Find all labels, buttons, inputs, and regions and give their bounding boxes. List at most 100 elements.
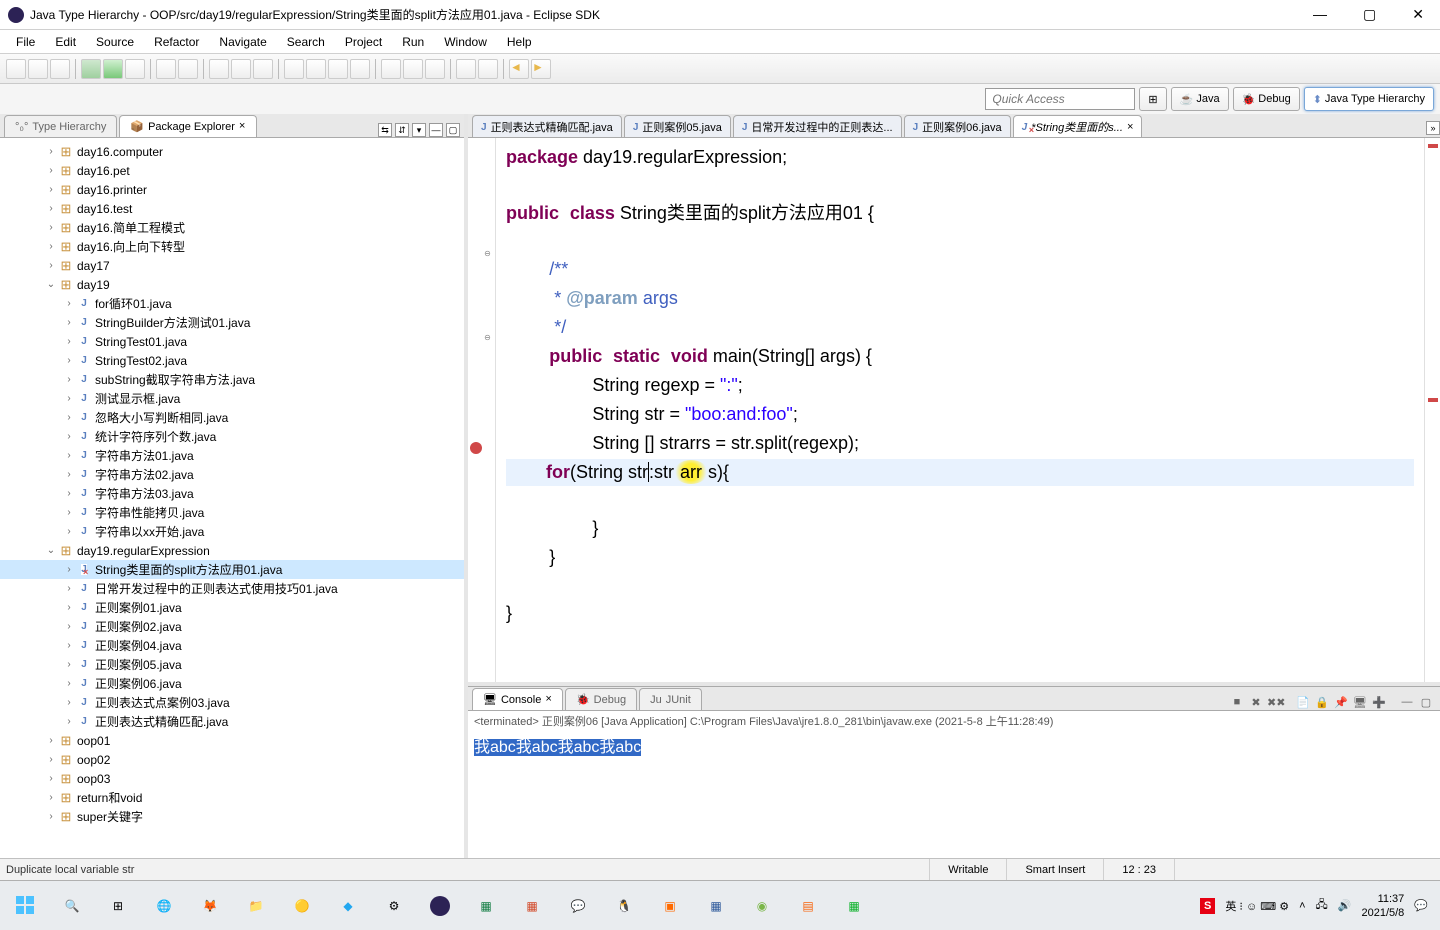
tab-type-hierarchy[interactable]: °₀° Type Hierarchy xyxy=(4,115,117,137)
open-type-button[interactable] xyxy=(209,59,229,79)
java-file-node[interactable]: ›字符串以xx开始.java xyxy=(0,522,464,541)
expand-toggle-icon[interactable]: ⌄ xyxy=(44,279,58,290)
terminate-button[interactable]: ■ xyxy=(1229,694,1245,710)
taskbar-app-icon[interactable]: ◉ xyxy=(740,886,784,926)
expand-toggle-icon[interactable]: › xyxy=(62,697,76,708)
link-editor-button[interactable]: ⇵ xyxy=(395,123,409,137)
debug-button[interactable] xyxy=(81,59,101,79)
minimize-view-button[interactable]: — xyxy=(1399,694,1415,710)
new-package-button[interactable] xyxy=(156,59,176,79)
package-node[interactable]: ›day16.computer xyxy=(0,142,464,161)
java-file-node[interactable]: ›忽略大小写判断相同.java xyxy=(0,408,464,427)
editor-area[interactable]: ⊖ ⊖ package day19.regularExpression; pub… xyxy=(468,138,1440,682)
open-perspective-button[interactable]: ⊞ xyxy=(1139,87,1166,111)
expand-toggle-icon[interactable]: › xyxy=(44,811,58,822)
back-button[interactable]: ◄ xyxy=(509,59,529,79)
clear-console-button[interactable]: 📄 xyxy=(1295,694,1311,710)
view-menu-button[interactable]: ▾ xyxy=(412,123,426,137)
system-clock[interactable]: 11:37 2021/5/8 xyxy=(1361,892,1404,920)
java-file-node[interactable]: ›字符串方法02.java xyxy=(0,465,464,484)
package-node[interactable]: ›day16.简单工程模式 xyxy=(0,218,464,237)
expand-toggle-icon[interactable]: › xyxy=(62,716,76,727)
maximize-view-button[interactable]: ▢ xyxy=(446,123,460,137)
java-file-node[interactable]: ›StringBuilder方法测试01.java xyxy=(0,313,464,332)
excel-icon[interactable]: ▦ xyxy=(464,886,508,926)
package-node[interactable]: ›day16.test xyxy=(0,199,464,218)
package-node[interactable]: ›return和void xyxy=(0,788,464,807)
taskbar-app-icon[interactable]: ▦ xyxy=(832,886,876,926)
expand-toggle-icon[interactable]: › xyxy=(62,412,76,423)
overview-error-icon[interactable] xyxy=(1428,144,1438,148)
menu-project[interactable]: Project xyxy=(335,33,392,51)
expand-toggle-icon[interactable]: › xyxy=(62,336,76,347)
save-all-button[interactable] xyxy=(50,59,70,79)
perspective-debug[interactable]: 🐞Debug xyxy=(1233,87,1300,111)
perspective-type-hierarchy[interactable]: ⬍Java Type Hierarchy xyxy=(1304,87,1434,111)
taskbar-app-icon[interactable]: ▣ xyxy=(648,886,692,926)
java-file-node[interactable]: ›subString截取字符串方法.java xyxy=(0,370,464,389)
package-node[interactable]: ›oop02 xyxy=(0,750,464,769)
menu-source[interactable]: Source xyxy=(86,33,144,51)
fold-toggle-icon[interactable]: ⊖ xyxy=(483,250,492,259)
expand-toggle-icon[interactable]: › xyxy=(62,678,76,689)
scroll-lock-button[interactable]: 🔒 xyxy=(1314,694,1330,710)
menu-help[interactable]: Help xyxy=(497,33,542,51)
qq-icon[interactable]: 🐧 xyxy=(602,886,646,926)
editor-tab[interactable]: 正则表达式精确匹配.java xyxy=(472,115,622,137)
java-file-node[interactable]: ›正则案例02.java xyxy=(0,617,464,636)
resume-button[interactable] xyxy=(381,59,401,79)
drop-frame-button[interactable] xyxy=(350,59,370,79)
expand-toggle-icon[interactable]: › xyxy=(44,735,58,746)
powerpoint-icon[interactable]: ▦ xyxy=(510,886,554,926)
tray-chevron-icon[interactable]: ˄ xyxy=(1299,900,1305,912)
expand-toggle-icon[interactable]: › xyxy=(62,640,76,651)
editor-tab[interactable]: 正则案例05.java xyxy=(624,115,731,137)
taskbar-app-icon[interactable]: ▤ xyxy=(786,886,830,926)
expand-toggle-icon[interactable]: › xyxy=(62,564,76,575)
java-file-node[interactable]: ›统计字符序列个数.java xyxy=(0,427,464,446)
network-icon[interactable]: 🖧 xyxy=(1316,896,1328,915)
expand-toggle-icon[interactable]: › xyxy=(62,659,76,670)
prev-edit-button[interactable] xyxy=(456,59,476,79)
expand-toggle-icon[interactable]: › xyxy=(62,450,76,461)
close-icon[interactable]: × xyxy=(545,694,552,706)
display-selected-button[interactable]: 🖥 xyxy=(1352,694,1368,710)
error-marker-icon[interactable] xyxy=(470,442,482,454)
search-icon[interactable]: 🔍 xyxy=(50,886,94,926)
search-button[interactable] xyxy=(231,59,251,79)
run-last-button[interactable] xyxy=(125,59,145,79)
java-file-node[interactable]: ›正则表达式精确匹配.java xyxy=(0,712,464,731)
file-explorer-icon[interactable]: 📁 xyxy=(234,886,278,926)
tab-debug[interactable]: 🐞 Debug xyxy=(565,688,637,710)
settings-icon[interactable]: ⚙ xyxy=(372,886,416,926)
java-file-node[interactable]: ›正则案例06.java xyxy=(0,674,464,693)
java-file-node[interactable]: ›字符串性能拷贝.java xyxy=(0,503,464,522)
expand-toggle-icon[interactable]: › xyxy=(62,602,76,613)
expand-toggle-icon[interactable]: › xyxy=(62,393,76,404)
expand-toggle-icon[interactable]: › xyxy=(44,773,58,784)
java-file-node[interactable]: ›for循环01.java xyxy=(0,294,464,313)
minimize-button[interactable]: — xyxy=(1305,6,1335,23)
menu-search[interactable]: Search xyxy=(277,33,335,51)
java-file-node[interactable]: ›正则表达式点案例03.java xyxy=(0,693,464,712)
step-return-button[interactable] xyxy=(328,59,348,79)
show-list-button[interactable]: » xyxy=(1426,121,1440,135)
package-node[interactable]: ›day16.printer xyxy=(0,180,464,199)
forward-button[interactable]: ► xyxy=(531,59,551,79)
expand-toggle-icon[interactable]: › xyxy=(44,165,58,176)
overview-ruler[interactable] xyxy=(1424,138,1440,682)
maximize-button[interactable]: ▢ xyxy=(1355,6,1384,23)
menu-navigate[interactable]: Navigate xyxy=(209,33,276,51)
open-console-button[interactable]: ➕ xyxy=(1371,694,1387,710)
run-button[interactable] xyxy=(103,59,123,79)
console-output[interactable]: 我abc我abc我abc我abc xyxy=(468,731,1440,858)
overview-error-icon[interactable] xyxy=(1428,398,1438,402)
java-file-node[interactable]: ›字符串方法01.java xyxy=(0,446,464,465)
java-file-node[interactable]: ›正则案例05.java xyxy=(0,655,464,674)
expand-toggle-icon[interactable]: › xyxy=(44,241,58,252)
remove-launch-button[interactable]: ✖ xyxy=(1248,694,1264,710)
java-file-node[interactable]: ›正则案例04.java xyxy=(0,636,464,655)
java-file-node[interactable]: ›String类里面的split方法应用01.java xyxy=(0,560,464,579)
quick-access-input[interactable] xyxy=(985,88,1135,110)
menu-edit[interactable]: Edit xyxy=(45,33,86,51)
